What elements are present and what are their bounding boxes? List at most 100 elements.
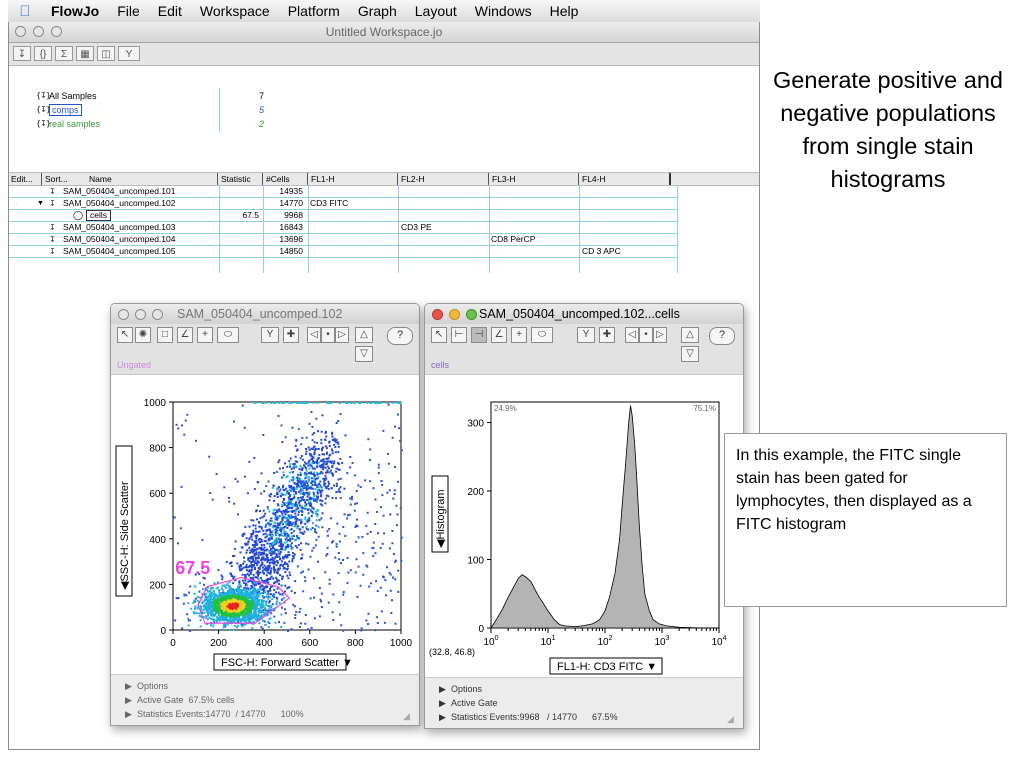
column-header-fl4[interactable]: FL4-H bbox=[578, 173, 606, 185]
zoom-window-icon[interactable] bbox=[152, 309, 163, 320]
scatter-point bbox=[283, 526, 286, 529]
range-gate-icon[interactable]: ⊢ bbox=[451, 327, 467, 343]
menu-app-name[interactable]: FlowJo bbox=[42, 3, 108, 19]
table-row[interactable]: ↧ SAM_050404_uncomped.103 16843 CD3 PE bbox=[9, 222, 677, 234]
close-window-icon[interactable] bbox=[118, 309, 129, 320]
table-row[interactable]: ◯ cells 67.5 9968 bbox=[9, 210, 677, 222]
sigma-icon[interactable]: Σ bbox=[55, 46, 73, 61]
polygon-gate-icon[interactable]: ∠ bbox=[177, 327, 193, 343]
tube-icon[interactable]: ↧ bbox=[13, 46, 31, 61]
scatter-point bbox=[327, 495, 330, 498]
resize-grip-icon[interactable]: ◢ bbox=[403, 711, 410, 722]
layout-icon[interactable]: ◫ bbox=[97, 46, 115, 61]
scatter-point bbox=[326, 534, 329, 537]
options-disclosure[interactable]: ▶ Options bbox=[125, 681, 168, 692]
add-icon[interactable]: ✚ bbox=[283, 327, 299, 343]
scatter-point bbox=[271, 534, 274, 537]
menu-help[interactable]: Help bbox=[541, 3, 588, 19]
menu-workspace[interactable]: Workspace bbox=[191, 3, 279, 19]
scatter-point bbox=[323, 484, 326, 487]
add-icon[interactable]: ✚ bbox=[599, 327, 615, 343]
column-resize-handle[interactable] bbox=[669, 173, 671, 185]
statistics-disclosure[interactable]: ▶ Statistics Events:9968 / 14770 67.5% bbox=[439, 712, 618, 723]
column-header-fl2[interactable]: FL2-H bbox=[397, 173, 425, 185]
expand-up-icon[interactable]: △ bbox=[681, 327, 699, 343]
table-row[interactable]: ↧ SAM_050404_uncomped.101 14935 bbox=[9, 186, 677, 198]
menu-platform[interactable]: Platform bbox=[279, 3, 349, 19]
sample-menu-icon[interactable]: • bbox=[321, 327, 335, 343]
group-row-all-samples[interactable]: {↧} All Samples 7 bbox=[9, 90, 269, 102]
column-header-name[interactable]: Name bbox=[89, 173, 112, 185]
compensation-icon[interactable]: Y bbox=[577, 327, 595, 343]
group-row-real-samples[interactable]: {↧} real samples 2 bbox=[9, 118, 269, 130]
sample-menu-icon[interactable]: • bbox=[639, 327, 653, 343]
scatter-point bbox=[399, 402, 402, 404]
prev-sample-icon[interactable]: ◁ bbox=[625, 327, 639, 343]
scatter-point bbox=[182, 602, 185, 605]
scatter-point bbox=[354, 502, 357, 505]
compensation-icon[interactable]: Y bbox=[261, 327, 279, 343]
scatter-point bbox=[294, 538, 297, 541]
table-row[interactable]: · ▼ ↧ SAM_050404_uncomped.102 14770 CD3 … bbox=[9, 198, 677, 210]
prev-sample-icon[interactable]: ◁ bbox=[307, 327, 321, 343]
scatter-point bbox=[269, 519, 272, 522]
active-gate-disclosure[interactable]: ▶ Active Gate bbox=[439, 698, 497, 709]
minimize-window-icon[interactable] bbox=[135, 309, 146, 320]
scatter-point bbox=[312, 491, 315, 494]
table-icon[interactable]: ▦ bbox=[76, 46, 94, 61]
next-sample-icon[interactable]: ▷ bbox=[335, 327, 349, 343]
menu-graph[interactable]: Graph bbox=[349, 3, 406, 19]
group-row-comps[interactable]: {↧} comps 5 bbox=[9, 104, 269, 116]
compensation-icon[interactable]: Y bbox=[118, 46, 140, 61]
ellipse-gate-icon[interactable]: ⬭ bbox=[217, 327, 239, 343]
scatter-point bbox=[206, 614, 209, 617]
disclosure-triangle-icon[interactable]: ▼ bbox=[37, 198, 44, 209]
column-header-cells[interactable]: #Cells bbox=[262, 173, 290, 185]
bisector-gate-icon[interactable]: ⊣ bbox=[471, 327, 487, 343]
table-row[interactable]: ↧ SAM_050404_uncomped.105 14850 CD 3 APC bbox=[9, 246, 677, 258]
scatter-point bbox=[247, 617, 250, 620]
expand-down-icon[interactable]: ▽ bbox=[355, 346, 373, 362]
column-header-fl1[interactable]: FL1-H bbox=[307, 173, 335, 185]
expand-down-icon[interactable]: ▽ bbox=[681, 346, 699, 362]
edit-button[interactable]: Edit... bbox=[11, 173, 33, 185]
expand-up-icon[interactable]: △ bbox=[355, 327, 373, 343]
close-window-icon[interactable] bbox=[432, 309, 443, 320]
statistics-disclosure[interactable]: ▶ Statistics Events:14770 / 14770 100% bbox=[125, 709, 304, 720]
y-tick-label: 100 bbox=[467, 556, 484, 567]
menu-windows[interactable]: Windows bbox=[466, 3, 541, 19]
zoom-window-icon[interactable] bbox=[466, 309, 477, 320]
polygon-gate-icon[interactable]: ∠ bbox=[491, 327, 507, 343]
scatter-point bbox=[305, 467, 308, 470]
rectangle-gate-icon[interactable]: □ bbox=[157, 327, 173, 343]
menu-file[interactable]: File bbox=[108, 3, 149, 19]
scatter-point bbox=[252, 573, 255, 576]
apple-menu-icon[interactable]:  bbox=[8, 3, 42, 20]
scatter-point bbox=[307, 512, 310, 515]
column-header-statistic[interactable]: Statistic bbox=[217, 173, 251, 185]
help-icon[interactable]: ? bbox=[709, 327, 735, 345]
ellipse-gate-icon[interactable]: ⬭ bbox=[531, 327, 553, 343]
sort-button[interactable]: Sort... bbox=[41, 173, 68, 185]
menu-layout[interactable]: Layout bbox=[406, 3, 466, 19]
scatter-point bbox=[316, 489, 319, 492]
table-row[interactable]: ↧ SAM_050404_uncomped.104 13696 CD8 PerC… bbox=[9, 234, 677, 246]
scatter-point bbox=[192, 601, 195, 604]
scatter-point bbox=[265, 574, 268, 577]
magic-gate-icon[interactable]: ✺ bbox=[135, 327, 151, 343]
scatter-point bbox=[294, 504, 297, 507]
quadrant-gate-icon[interactable]: + bbox=[197, 327, 213, 343]
help-icon[interactable]: ? bbox=[387, 327, 413, 345]
group-icon[interactable]: {} bbox=[34, 46, 52, 61]
next-sample-icon[interactable]: ▷ bbox=[653, 327, 667, 343]
scatter-point bbox=[282, 402, 285, 404]
column-header-fl3[interactable]: FL3-H bbox=[488, 173, 516, 185]
resize-grip-icon[interactable]: ◢ bbox=[727, 714, 734, 725]
arrow-tool-icon[interactable]: ↖ bbox=[431, 327, 447, 343]
menu-edit[interactable]: Edit bbox=[149, 3, 191, 19]
quadrant-gate-icon[interactable]: + bbox=[511, 327, 527, 343]
arrow-tool-icon[interactable]: ↖ bbox=[117, 327, 133, 343]
minimize-window-icon[interactable] bbox=[449, 309, 460, 320]
active-gate-disclosure[interactable]: ▶ Active Gate 67.5% cells bbox=[125, 695, 235, 706]
options-disclosure[interactable]: ▶ Options bbox=[439, 684, 482, 695]
